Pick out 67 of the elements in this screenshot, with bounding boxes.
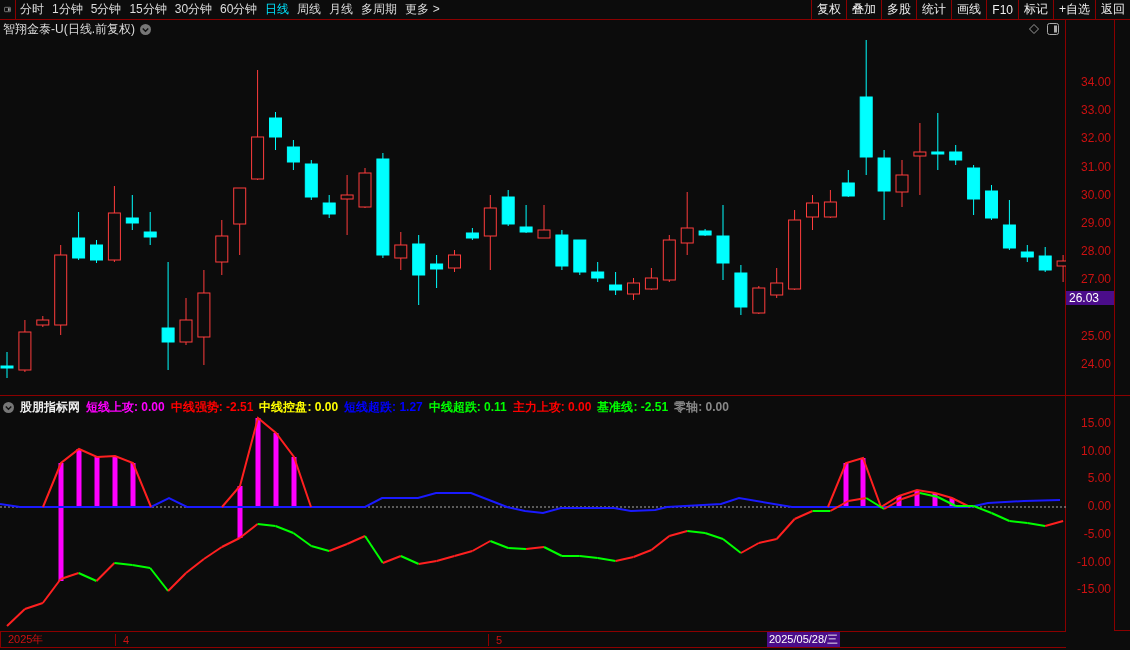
- value-tick: 10.00: [1080, 443, 1111, 458]
- last-price-tag: 26.03: [1066, 291, 1114, 305]
- period-tab[interactable]: 月线: [325, 0, 358, 19]
- legend-item: 主力上攻: 0.00: [512, 399, 592, 416]
- period-tab[interactable]: 周线: [293, 0, 326, 19]
- price-tick: 34.00: [1080, 75, 1111, 89]
- diamond-icon[interactable]: [1029, 24, 1039, 34]
- period-tab[interactable]: 60分钟: [216, 0, 262, 19]
- panel-icon[interactable]: [1047, 23, 1059, 35]
- toolbar-button[interactable]: 标记: [1018, 0, 1053, 19]
- histogram-bar: [291, 457, 297, 507]
- toolbar-button[interactable]: 画线: [951, 0, 987, 19]
- value-tick: 0.00: [1087, 499, 1111, 514]
- period-tab[interactable]: 15分钟: [125, 0, 171, 19]
- legend-item: 中线强势: -2.51: [170, 399, 254, 416]
- legend-item: 零轴: 0.00: [674, 399, 729, 416]
- legend-item: 中线控盘: 0.00: [259, 399, 339, 416]
- value-tick: 15.00: [1080, 416, 1111, 430]
- indicator-name: 股朋指标网: [20, 399, 80, 416]
- price-tick: 27.00: [1080, 272, 1111, 287]
- period-tab[interactable]: 日线: [261, 0, 294, 19]
- histogram-bar: [896, 496, 902, 507]
- price-tick: 32.00: [1080, 131, 1111, 146]
- histogram-bar: [76, 449, 82, 507]
- legend-item: 中线超跌: 0.11: [428, 399, 507, 416]
- legend-item: 短线超跌: 1.27: [344, 399, 423, 416]
- toolbar-button[interactable]: F10: [986, 0, 1018, 19]
- value-tick: -10.00: [1076, 554, 1111, 569]
- legend-item: 基准线: -2.51: [597, 399, 669, 416]
- legend-item: 短线上攻: 0.00: [86, 399, 165, 416]
- date-label: 4: [115, 633, 488, 646]
- period-tab[interactable]: 30分钟: [170, 0, 217, 19]
- period-tab[interactable]: 5分钟: [86, 0, 126, 19]
- histogram-bar: [130, 463, 136, 507]
- price-tick: 31.00: [1080, 159, 1111, 174]
- toolbar-button[interactable]: 统计: [916, 0, 952, 19]
- histogram-bar: [949, 498, 955, 507]
- chart-title: 智翔金泰-U(日线.前复权): [3, 21, 135, 38]
- histogram-bar: [843, 463, 849, 507]
- price-tick: 29.00: [1080, 216, 1111, 230]
- value-tick: -5.00: [1083, 526, 1111, 541]
- price-tick: 33.00: [1080, 103, 1111, 118]
- histogram-bar: [237, 486, 243, 538]
- histogram-bar: [112, 456, 118, 507]
- period-tab[interactable]: 1分钟: [48, 0, 87, 19]
- period-tab[interactable]: 更多 >: [401, 0, 444, 19]
- value-tick: 5.00: [1087, 471, 1111, 486]
- price-tick: 25.00: [1080, 328, 1111, 343]
- toolbar-button[interactable]: 返回: [1095, 0, 1130, 19]
- price-tick: 30.00: [1080, 187, 1111, 202]
- cursor-date-tag: 2025/05/28/三: [767, 632, 841, 647]
- toolbar-button[interactable]: 多股: [881, 0, 917, 19]
- chevron-icon[interactable]: [3, 402, 14, 413]
- histogram-bar: [932, 493, 938, 507]
- period-tab[interactable]: 分时: [16, 0, 48, 19]
- chevron-icon[interactable]: [140, 24, 151, 35]
- toolbar-button[interactable]: +自选: [1053, 0, 1095, 19]
- price-tick: 28.00: [1080, 244, 1111, 259]
- histogram-bar: [914, 490, 920, 507]
- toolbar-button[interactable]: 复权: [811, 0, 847, 19]
- histogram-bar: [94, 457, 100, 507]
- histogram-bar: [860, 458, 866, 507]
- toolbar-button[interactable]: 叠加: [846, 0, 882, 19]
- period-tab[interactable]: 多周期: [357, 0, 402, 19]
- value-tick: -15.00: [1076, 582, 1111, 597]
- price-tick: 24.00: [1080, 357, 1111, 371]
- date-label: 2025年: [0, 632, 115, 647]
